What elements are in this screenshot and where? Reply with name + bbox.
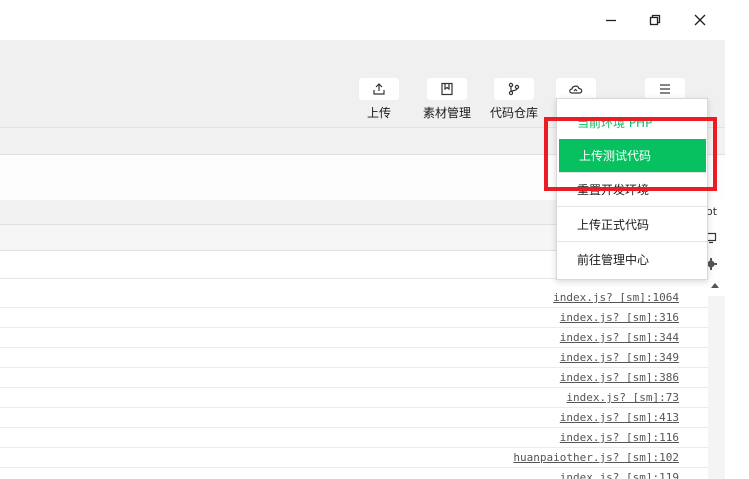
log-source-link[interactable]: index.js? [sm]:344 — [560, 331, 679, 344]
log-source-link[interactable]: index.js? [sm]:316 — [560, 311, 679, 324]
log-source-link[interactable]: index.js? [sm]:73 — [566, 391, 679, 404]
log-source-link[interactable]: index.js? [sm]:119 — [560, 471, 679, 479]
assets-button[interactable]: 素材管理 — [423, 78, 471, 121]
log-source-link[interactable]: index.js? [sm]:349 — [560, 351, 679, 364]
cloud-icon — [556, 78, 596, 100]
title-bar — [0, 0, 749, 40]
scroll-up-arrow[interactable] — [711, 283, 719, 288]
log-row: index.js? [sm]:344 — [0, 328, 708, 348]
log-source-link[interactable]: index.js? [sm]:116 — [560, 431, 679, 444]
log-source-link[interactable]: index.js? [sm]:386 — [560, 371, 679, 384]
log-row: index.js? [sm]:349 — [0, 348, 708, 368]
scrollbar[interactable] — [708, 296, 725, 479]
branch-icon — [494, 78, 534, 100]
menu-icon — [645, 78, 685, 100]
log-row: index.js? [sm]:119 — [0, 468, 708, 479]
more-menu-button[interactable] — [645, 78, 685, 100]
repo-button[interactable]: 代码仓库 — [490, 78, 538, 121]
log-source-link[interactable]: index.js? [sm]:1064 — [553, 291, 679, 304]
log-row: index.js? [sm]:1064 — [0, 288, 708, 308]
upload-test-code-item[interactable]: 上传测试代码 — [559, 139, 706, 173]
current-env-item: 当前环境 PHP — [577, 116, 653, 130]
log-source-link[interactable]: huanpaiother.js? [sm]:102 — [513, 451, 679, 464]
upload-icon — [359, 78, 399, 100]
cloud-button[interactable] — [556, 78, 596, 100]
upload-button[interactable]: 上传 — [359, 78, 399, 121]
log-source-link[interactable]: index.js? [sm]:413 — [560, 411, 679, 424]
log-row: index.js? [sm]:413 — [0, 408, 708, 428]
log-row: index.js? [sm]:386 — [0, 368, 708, 388]
repo-label: 代码仓库 — [490, 106, 539, 120]
upload-prod-code-item[interactable]: 上传正式代码 — [557, 208, 707, 242]
close-icon[interactable] — [685, 9, 715, 31]
log-row: huanpaiother.js? [sm]:102 — [0, 448, 708, 468]
upload-label: 上传 — [366, 106, 391, 120]
assets-icon — [427, 78, 467, 100]
minimize-icon[interactable] — [596, 9, 626, 31]
log-row: index.js? [sm]:116 — [0, 428, 708, 448]
assets-label: 素材管理 — [423, 106, 472, 120]
cloud-dropdown-menu: 当前环境 PHP 上传测试代码 重置开发环境 上传正式代码 前往管理中心 — [556, 98, 708, 280]
restore-icon[interactable] — [640, 9, 670, 31]
console-log-list: index.js? [sm]:1064 index.js? [sm]:316 i… — [0, 288, 708, 479]
reset-dev-env-item[interactable]: 重置开发环境 — [557, 173, 707, 207]
log-row: index.js? [sm]:316 — [0, 308, 708, 328]
log-row: index.js? [sm]:73 — [0, 388, 708, 408]
goto-admin-item[interactable]: 前往管理中心 — [557, 243, 707, 277]
